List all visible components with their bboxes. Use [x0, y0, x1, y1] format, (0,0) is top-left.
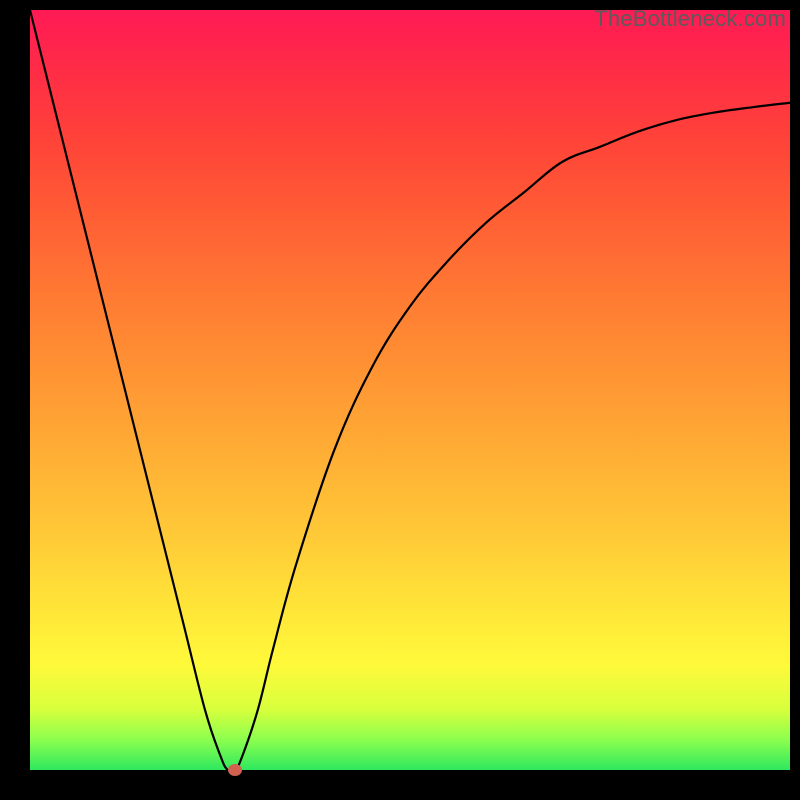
watermark-text: TheBottleneck.com — [594, 6, 786, 32]
chart-plot-area — [30, 10, 790, 770]
optimal-point-marker — [228, 764, 242, 776]
